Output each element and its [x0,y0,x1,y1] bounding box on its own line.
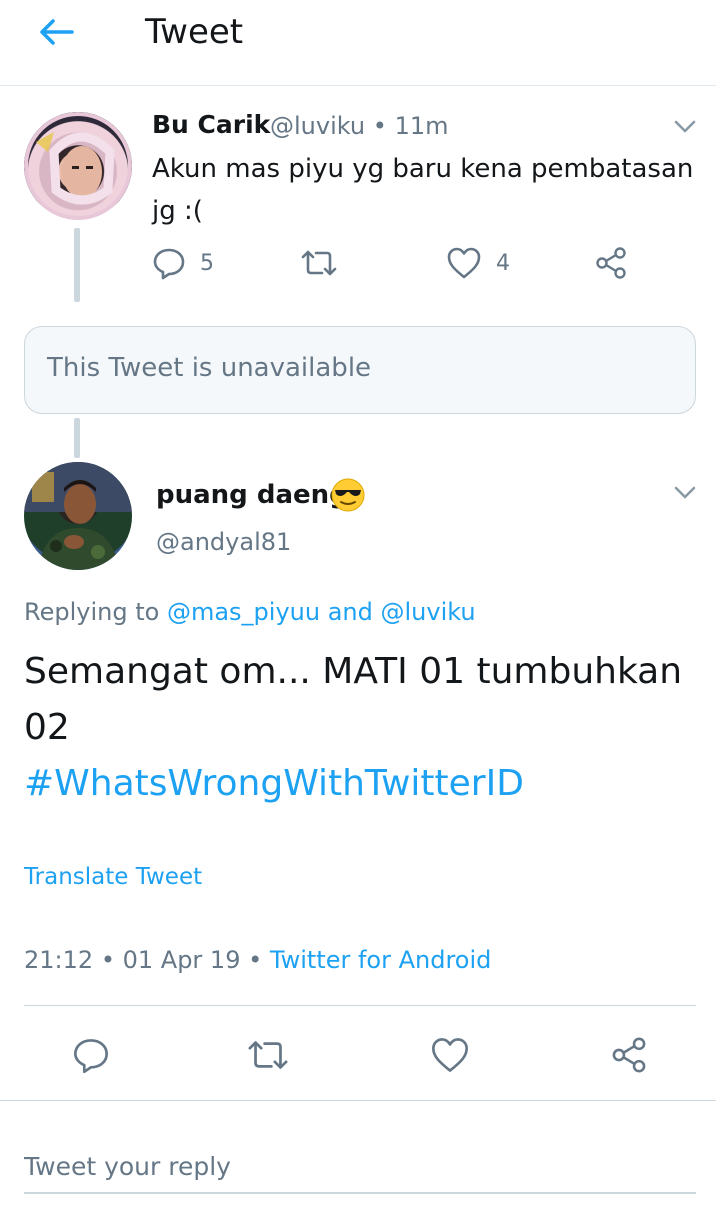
avatar-photo [24,112,132,220]
page-title: Tweet [145,12,244,52]
back-button[interactable] [28,10,84,54]
like-button[interactable] [430,1036,470,1074]
replying-to: Replying to @mas_piyuu and @luviku [24,598,476,626]
tweet-menu-button[interactable] [668,114,702,140]
sunglasses-emoji-icon [331,478,365,512]
tweet-time: 21:12 [24,946,94,974]
arrow-left-icon [40,19,74,45]
retweet-icon [248,1041,288,1069]
heart-icon [432,1038,468,1072]
avatar[interactable] [24,112,132,220]
top-bar: Tweet [0,0,716,86]
retweet-button[interactable] [246,1038,290,1072]
share-icon [596,247,626,279]
retweet-icon [301,250,337,276]
reply-count: 5 [200,250,214,276]
reply-icon [74,1039,108,1074]
thread-connector [74,228,80,302]
mention-link[interactable]: @luviku [381,598,476,626]
tweet-timestamp: 21:12 • 01 Apr 19 • Twitter for Android [24,946,491,974]
tweet-menu-button[interactable] [668,480,702,506]
like-button[interactable]: 4 [446,246,510,280]
author-handle[interactable]: @andyal81 [156,528,291,556]
share-button[interactable] [594,246,628,280]
tweet-date: 01 Apr 19 [122,946,241,974]
divider [0,1100,716,1101]
heart-icon [447,247,481,279]
thread-connector [74,418,80,458]
chevron-down-icon [674,486,696,499]
meta-separator: • [372,112,387,140]
author-handle[interactable]: @luviku [270,112,365,140]
mention-link[interactable]: @mas_piyuu [167,598,320,626]
meta-separator: • [248,946,263,974]
divider [24,1005,696,1006]
unavailable-text: This Tweet is unavailable [47,353,372,383]
tweet-text: Akun mas piyu yg baru kena pembatasan jg… [152,154,694,226]
meta-separator: • [100,946,115,974]
tweet-text: Semangat om... MATI 01 tumbuhkan 02 [24,651,683,748]
reply-icon [153,248,185,280]
reply-button[interactable] [72,1036,110,1074]
replying-prefix: Replying to [24,598,160,626]
chevron-down-icon [674,120,696,133]
translate-tweet-link[interactable]: Translate Tweet [24,864,202,890]
tweet-meta: @luviku • 11m [270,112,448,140]
unavailable-tweet-card: This Tweet is unavailable [24,326,696,414]
author-name[interactable]: puang daeng [156,480,348,510]
author-name[interactable]: Bu Carik [152,110,270,139]
share-button[interactable] [610,1036,648,1074]
like-count: 4 [496,250,510,276]
hashtag-link[interactable]: #WhatsWrongWithTwitterID [24,756,524,812]
avatar[interactable] [24,462,132,570]
reply-button[interactable]: 5 [152,246,214,280]
share-icon [612,1037,646,1073]
tweet-time: 11m [394,112,449,140]
tweet-source-link[interactable]: Twitter for Android [270,946,491,974]
retweet-button[interactable] [300,248,338,278]
avatar-photo [24,462,132,570]
reply-input[interactable] [24,1140,696,1194]
and-word[interactable]: and [328,598,373,626]
